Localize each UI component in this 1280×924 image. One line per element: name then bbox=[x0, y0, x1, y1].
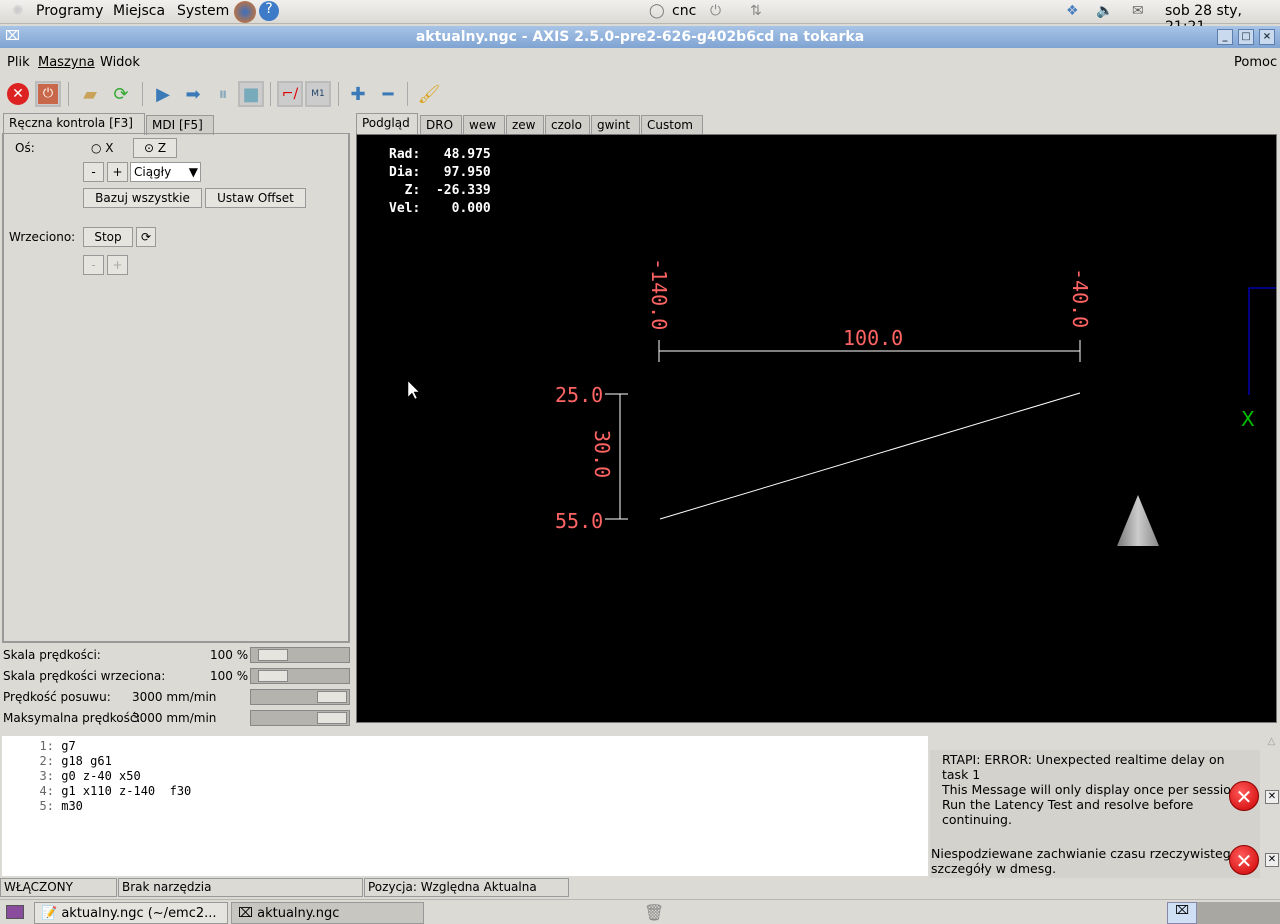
line-text: g0 z-40 x50 bbox=[61, 769, 141, 783]
mouse-cursor-icon bbox=[407, 380, 420, 400]
dismiss-message-button[interactable]: ✕ bbox=[1265, 853, 1279, 867]
message-line: RTAPI: ERROR: Unexpected realtime delay … bbox=[942, 752, 1225, 767]
code-line[interactable]: 1: g7 bbox=[2, 739, 928, 754]
workspace-switcher[interactable] bbox=[1197, 902, 1280, 924]
position-mode: Pozycja: Względna Aktualna bbox=[364, 878, 569, 897]
code-line[interactable]: 4: g1 x110 z-140 f30 bbox=[2, 784, 928, 799]
line-text: m30 bbox=[61, 799, 83, 813]
show-desktop-icon[interactable] bbox=[6, 905, 24, 919]
axis-z-indicator bbox=[1248, 287, 1276, 395]
dismiss-message-button[interactable]: ✕ bbox=[1265, 790, 1279, 804]
line-number: 2: bbox=[39, 754, 54, 768]
message-line: continuing. bbox=[942, 812, 1012, 827]
dro-overlay: Rad: 48.975 Dia: 97.950 Z: -26.339 Vel: 0.… bbox=[389, 146, 491, 218]
line-number: 5: bbox=[39, 799, 54, 813]
line-text: g7 bbox=[61, 739, 76, 753]
taskbar: 📝 aktualny.ngc (~/emc2... ⌧ aktualny.ngc… bbox=[0, 899, 1280, 924]
gcode-listing[interactable]: 1: g7 2: g18 g61 3: g0 z-40 x50 4: g1 x110 … bbox=[2, 736, 928, 876]
dro-rad: Rad: 48.975 bbox=[389, 147, 491, 162]
dim-x-length: 30.0 bbox=[590, 430, 614, 478]
message-line: This Message will only display once per … bbox=[942, 782, 1243, 797]
dim-x-bottom: 55.0 bbox=[555, 509, 603, 533]
message-line: szczegóły w dmesg. bbox=[931, 861, 1057, 876]
line-text: g18 g61 bbox=[61, 754, 112, 768]
dro-z: Z: -26.339 bbox=[404, 183, 491, 198]
dim-z-start: -140.0 bbox=[647, 258, 671, 330]
task-editor[interactable]: 📝 aktualny.ngc (~/emc2... bbox=[34, 902, 228, 924]
dro-dia: Dia: 97.950 bbox=[389, 165, 491, 180]
message-line: Niespodziewane zachwianie czasu rzeczywi… bbox=[931, 846, 1243, 861]
status-bar: WŁĄCZONY Brak narzędzia Pozycja: Względn… bbox=[0, 878, 1280, 898]
line-number: 3: bbox=[39, 769, 54, 783]
dim-z-length: 100.0 bbox=[843, 326, 903, 350]
code-line[interactable]: 3: g0 z-40 x50 bbox=[2, 769, 928, 784]
error-icon: ✕ bbox=[1229, 781, 1259, 811]
message-line: Run the Latency Test and resolve before bbox=[942, 797, 1194, 812]
toolpath-line bbox=[659, 392, 1081, 520]
dim-z-end: -40.0 bbox=[1068, 268, 1092, 328]
line-number: 1: bbox=[39, 739, 54, 753]
message-line: task 1 bbox=[942, 767, 981, 782]
line-number: 4: bbox=[39, 784, 54, 798]
workspace-1[interactable]: ⌧ bbox=[1167, 902, 1197, 924]
line-text: g1 x110 z-140 f30 bbox=[61, 784, 192, 798]
machine-state: WŁĄCZONY bbox=[0, 878, 117, 897]
tool-cone-icon bbox=[1117, 495, 1159, 546]
trash-icon[interactable]: 🗑 bbox=[644, 903, 664, 922]
error-message-rtapi: RTAPI: ERROR: Unexpected realtime delay … bbox=[930, 750, 1260, 832]
code-line[interactable]: 2: g18 g61 bbox=[2, 754, 928, 769]
axis-x-label: X bbox=[1241, 407, 1255, 431]
code-line[interactable]: 5: m30 bbox=[2, 799, 928, 814]
error-message-realtime: Niespodziewane zachwianie czasu rzeczywi… bbox=[930, 832, 1260, 878]
dim-x-top: 25.0 bbox=[555, 383, 603, 407]
dro-vel: Vel: 0.000 bbox=[389, 201, 491, 216]
tool-status: Brak narzędzia bbox=[118, 878, 363, 897]
error-icon: ✕ bbox=[1229, 845, 1259, 875]
task-axis[interactable]: ⌧ aktualny.ngc bbox=[231, 902, 424, 924]
